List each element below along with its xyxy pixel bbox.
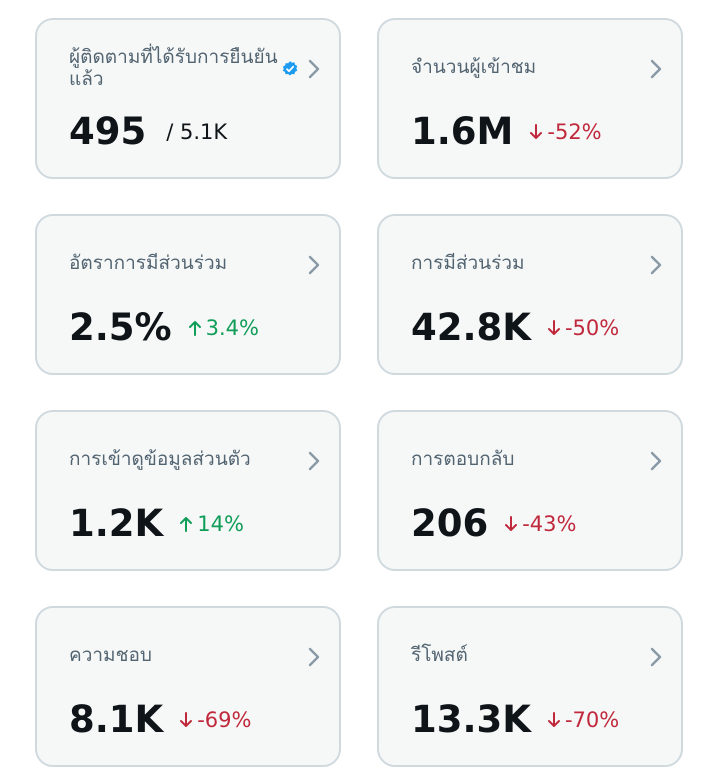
card-engagements[interactable]: การมีส่วนร่วม 42.8K -50% xyxy=(377,214,683,375)
change-value: -50% xyxy=(564,316,620,340)
change-indicator: 14% xyxy=(179,502,244,546)
value-row: 2.5% 3.4% xyxy=(69,306,259,350)
metric-value: 42.8K xyxy=(411,306,531,349)
card-label: จำนวนผู้เข้าชม xyxy=(411,56,537,78)
value-row: 8.1K -69% xyxy=(69,698,251,742)
metric-value: 495 xyxy=(69,110,147,153)
chevron-right-icon[interactable] xyxy=(649,450,663,472)
card-profile-visits[interactable]: การเข้าดูข้อมูลส่วนตัว 1.2K 14% xyxy=(35,410,341,571)
card-label: รีโพสต์ xyxy=(411,644,468,666)
change-indicator: 3.4% xyxy=(188,306,259,350)
arrow-up-icon xyxy=(188,321,201,336)
card-verified-followers[interactable]: ผู้ติดตามที่ได้รับการยืนยันแล้ว 495 / 5.… xyxy=(35,18,341,179)
change-value: -69% xyxy=(197,708,252,732)
change-value: 14% xyxy=(197,512,244,536)
change-value: -70% xyxy=(564,708,620,732)
card-replies[interactable]: การตอบกลับ 206 -43% xyxy=(377,410,683,571)
metric-value: 2.5% xyxy=(69,306,172,349)
value-row: 495 / 5.1K xyxy=(69,110,227,154)
arrow-down-icon xyxy=(180,712,193,727)
value-row: 42.8K -50% xyxy=(411,306,619,350)
value-row: 1.6M -52% xyxy=(411,110,602,154)
arrow-down-icon xyxy=(547,320,560,335)
card-engagement-rate[interactable]: อัตราการมีส่วนร่วม 2.5% 3.4% xyxy=(35,214,341,375)
change-indicator: -43% xyxy=(504,502,577,546)
chevron-right-icon[interactable] xyxy=(649,646,663,668)
card-label: อัตราการมีส่วนร่วม xyxy=(69,252,228,274)
change-indicator: -50% xyxy=(547,306,619,350)
change-indicator: -52% xyxy=(529,110,602,154)
chevron-right-icon[interactable] xyxy=(307,450,321,472)
value-row: 1.2K 14% xyxy=(69,502,244,546)
chevron-right-icon[interactable] xyxy=(307,58,321,80)
card-label: ผู้ติดตามที่ได้รับการยืนยันแล้ว xyxy=(69,46,278,90)
change-indicator: -70% xyxy=(547,698,619,742)
chevron-right-icon[interactable] xyxy=(649,254,663,276)
metric-value: 1.2K xyxy=(69,502,164,545)
arrow-down-icon xyxy=(530,124,543,139)
card-reposts[interactable]: รีโพสต์ 13.3K -70% xyxy=(377,606,683,767)
card-label: การตอบกลับ xyxy=(411,448,515,470)
change-value: -52% xyxy=(547,120,602,144)
chevron-right-icon[interactable] xyxy=(307,254,321,276)
value-row: 206 -43% xyxy=(411,502,577,546)
card-label: ความชอบ xyxy=(69,644,152,666)
card-likes[interactable]: ความชอบ 8.1K -69% xyxy=(35,606,341,767)
chevron-right-icon[interactable] xyxy=(307,646,321,668)
verified-badge-icon xyxy=(282,61,298,76)
metric-total: / 5.1K xyxy=(166,120,228,144)
change-value: -43% xyxy=(522,512,577,536)
metric-value: 8.1K xyxy=(69,698,164,741)
arrow-down-icon xyxy=(547,712,560,727)
metric-value: 1.6M xyxy=(411,110,514,153)
card-label: การเข้าดูข้อมูลส่วนตัว xyxy=(69,448,251,470)
change-indicator: -69% xyxy=(179,698,251,742)
metric-value: 13.3K xyxy=(411,698,531,741)
card-impressions[interactable]: จำนวนผู้เข้าชม 1.6M -52% xyxy=(377,18,683,179)
chevron-right-icon[interactable] xyxy=(649,58,663,80)
change-value: 3.4% xyxy=(205,316,259,340)
arrow-up-icon xyxy=(180,517,193,532)
metric-value: 206 xyxy=(411,502,489,545)
card-label: การมีส่วนร่วม xyxy=(411,252,525,274)
arrow-down-icon xyxy=(505,516,518,531)
value-row: 13.3K -70% xyxy=(411,698,619,742)
